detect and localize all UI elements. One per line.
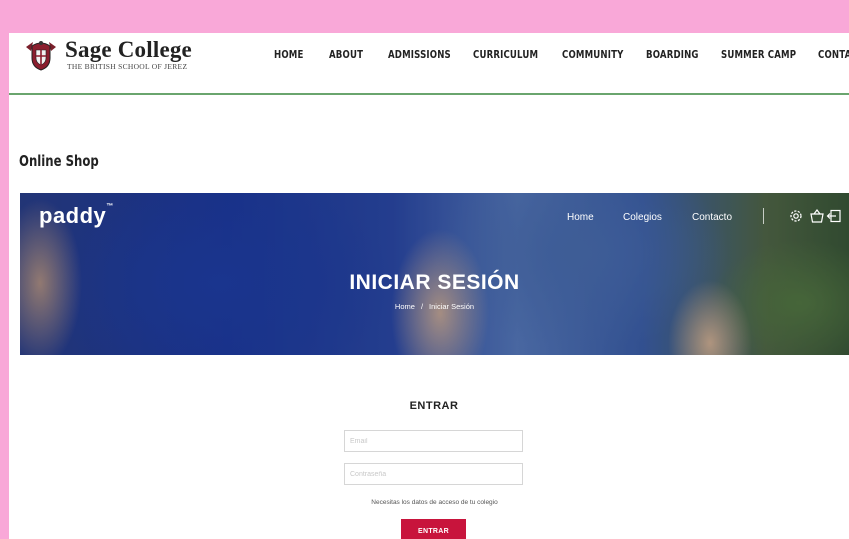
paddy-trademark: ™ [106, 203, 114, 210]
password-field[interactable] [344, 463, 523, 485]
nav-boarding[interactable]: BOARDING [646, 48, 699, 61]
page-title: Online Shop [19, 152, 99, 170]
paddy-brand: paddy [39, 203, 107, 228]
shop-nav-divider [763, 208, 764, 224]
nav-admissions[interactable]: ADMISSIONS [388, 48, 451, 61]
nav-contact[interactable]: CONTA [818, 48, 849, 61]
nav-curriculum[interactable]: CURRICULUM [473, 48, 538, 61]
shop-nav-home[interactable]: Home [567, 212, 594, 223]
breadcrumb-separator: / [420, 302, 424, 311]
shop-nav-contacto[interactable]: Contacto [692, 212, 732, 223]
hero-title: INICIAR SESIÓN [349, 271, 520, 294]
nav-summer-camp[interactable]: SUMMER CAMP [721, 48, 796, 61]
email-field[interactable] [344, 430, 523, 452]
breadcrumb-current: Iniciar Sesión [429, 302, 475, 311]
site-header: Sage College THE BRITISH SCHOOL OF JEREZ… [9, 33, 849, 95]
login-help-text: Necesitas los datos de acceso de tu cole… [371, 499, 498, 506]
crest-icon [26, 41, 56, 71]
shop-nav-colegios[interactable]: Colegios [623, 212, 662, 223]
browser-page: Sage College THE BRITISH SCHOOL OF JEREZ… [9, 33, 849, 539]
logo-title: Sage College [65, 37, 192, 62]
logo-subtitle: THE BRITISH SCHOOL OF JEREZ [67, 62, 188, 71]
nav-about[interactable]: ABOUT [329, 48, 363, 61]
shop-basket-icon[interactable] [809, 208, 825, 224]
site-logo[interactable]: Sage College THE BRITISH SCHOOL OF JEREZ [23, 38, 192, 72]
nav-home[interactable]: HOME [274, 48, 304, 61]
breadcrumb-home[interactable]: Home [395, 302, 415, 311]
login-submit-button[interactable]: ENTRAR [401, 519, 466, 539]
breadcrumb: Home / Iniciar Sesión [20, 302, 849, 311]
nav-community[interactable]: COMMUNITY [562, 48, 623, 61]
login-heading: ENTRAR [409, 400, 459, 412]
gear-icon[interactable] [788, 208, 804, 224]
logout-icon[interactable] [826, 208, 842, 224]
embedded-shop-hero: paddy™ Home Colegios Contacto INICIAR SE… [20, 193, 849, 355]
paddy-logo[interactable]: paddy™ [39, 203, 114, 229]
